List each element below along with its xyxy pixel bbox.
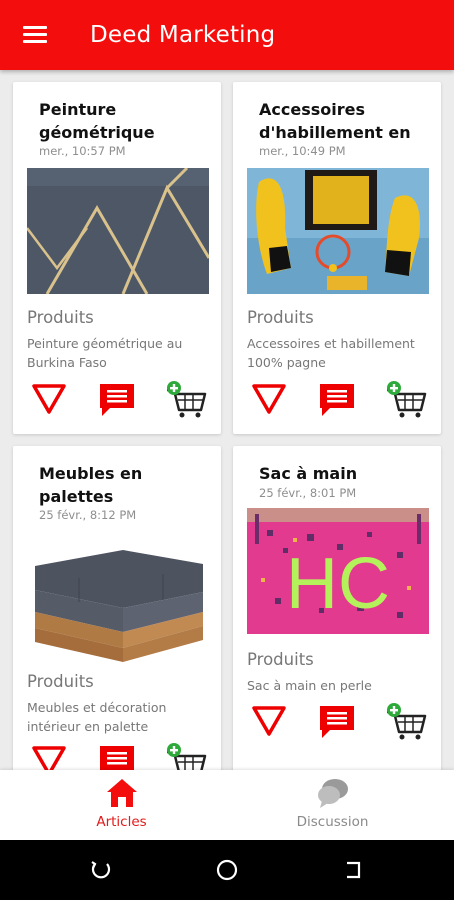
article-actions xyxy=(13,742,221,770)
add-to-cart-icon xyxy=(167,743,207,770)
add-to-cart-button[interactable] xyxy=(385,380,427,420)
down-triangle-icon xyxy=(32,384,66,414)
article-actions xyxy=(233,702,441,746)
chat-icon xyxy=(317,779,348,808)
article-image[interactable]: HC xyxy=(247,508,429,634)
nav-label-discussion: Discussion xyxy=(296,814,369,830)
menu-button[interactable] xyxy=(0,0,70,70)
hamburger-icon xyxy=(23,26,47,44)
dislike-button[interactable] xyxy=(29,380,69,420)
article-description: Sac à main en perle xyxy=(247,678,372,693)
article-category: Produits xyxy=(27,672,94,691)
article-title: Accessoires d'habillement en xyxy=(259,100,411,142)
down-triangle-icon xyxy=(32,746,66,770)
add-to-cart-icon xyxy=(387,703,427,740)
nav-item-discussion[interactable]: Discussion xyxy=(219,770,446,840)
dislike-button[interactable] xyxy=(249,380,289,420)
app-title: Deed Marketing xyxy=(90,22,276,48)
article-card[interactable]: Meubles en palettes 25 févr., 8:12 PM Pr… xyxy=(13,446,221,770)
article-category: Produits xyxy=(247,308,314,327)
article-date: mer., 10:49 PM xyxy=(259,144,346,158)
back-icon[interactable] xyxy=(341,858,365,882)
system-navigation-bar xyxy=(0,840,454,900)
article-title: Peinture géométrique xyxy=(39,100,155,142)
article-card[interactable]: Sac à main 25 févr., 8:01 PM HC Produits… xyxy=(233,446,441,770)
dislike-button[interactable] xyxy=(249,702,289,742)
article-date: 25 févr., 8:01 PM xyxy=(259,486,357,500)
article-category: Produits xyxy=(247,650,314,669)
articles-feed[interactable]: Peinture géométrique mer., 10:57 PM Prod… xyxy=(0,70,454,770)
comment-button[interactable] xyxy=(317,380,357,420)
down-triangle-icon xyxy=(252,384,286,414)
bag-image-text: HC xyxy=(286,544,390,624)
recent-apps-icon[interactable] xyxy=(89,858,113,882)
comment-icon xyxy=(100,746,134,770)
nav-item-articles[interactable]: Articles xyxy=(8,770,235,840)
bottom-navigation: Articles Discussion xyxy=(0,770,454,840)
add-to-cart-button[interactable] xyxy=(165,742,207,770)
add-to-cart-button[interactable] xyxy=(385,702,427,742)
dislike-button[interactable] xyxy=(29,742,69,770)
article-title: Sac à main xyxy=(259,464,358,483)
comment-button[interactable] xyxy=(317,702,357,742)
add-to-cart-icon xyxy=(167,381,207,418)
article-image[interactable] xyxy=(247,168,429,294)
article-date: mer., 10:57 PM xyxy=(39,144,126,158)
article-image[interactable] xyxy=(27,168,209,294)
comment-icon xyxy=(320,384,354,416)
article-card[interactable]: Peinture géométrique mer., 10:57 PM Prod… xyxy=(13,82,221,434)
article-date: 25 févr., 8:12 PM xyxy=(39,508,137,522)
article-category: Produits xyxy=(27,308,94,327)
article-actions xyxy=(233,380,441,424)
article-card[interactable]: Accessoires d'habillement en mer., 10:49… xyxy=(233,82,441,434)
add-to-cart-button[interactable] xyxy=(165,380,207,420)
article-description: Peinture géométrique au Burkina Faso xyxy=(27,336,183,370)
comment-button[interactable] xyxy=(97,742,137,770)
nav-label-articles: Articles xyxy=(96,814,147,830)
down-triangle-icon xyxy=(252,706,286,736)
comment-button[interactable] xyxy=(97,380,137,420)
article-title: Meubles en palettes xyxy=(39,464,143,506)
article-description: Accessoires et habillement 100% pagne xyxy=(247,336,415,370)
article-description: Meubles et décoration intérieur en palet… xyxy=(27,700,167,734)
article-image[interactable] xyxy=(27,532,209,668)
home-circle-icon[interactable] xyxy=(215,858,239,882)
comment-icon xyxy=(100,384,134,416)
app-bar: Deed Marketing xyxy=(0,0,454,70)
home-icon xyxy=(106,779,137,807)
add-to-cart-icon xyxy=(387,381,427,418)
article-actions xyxy=(13,380,221,424)
comment-icon xyxy=(320,706,354,738)
